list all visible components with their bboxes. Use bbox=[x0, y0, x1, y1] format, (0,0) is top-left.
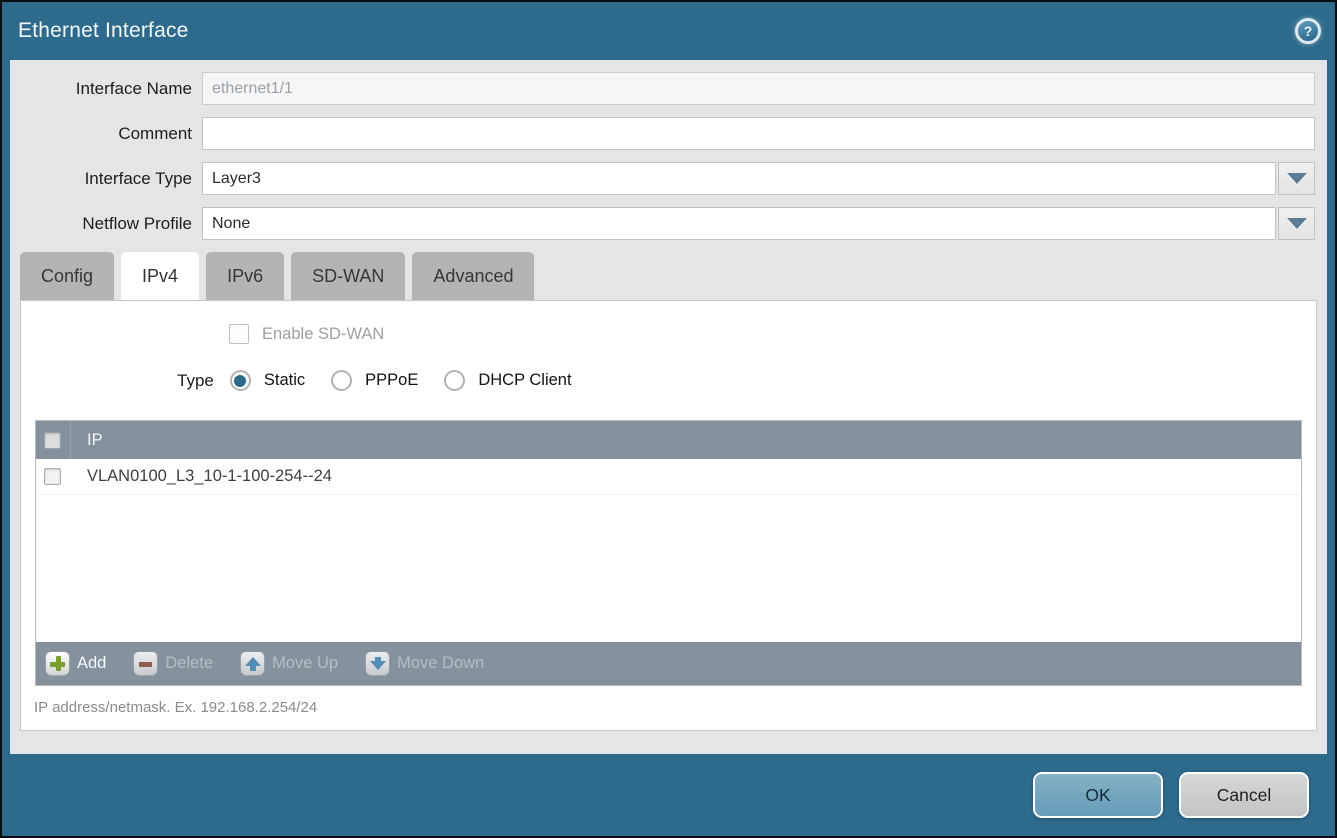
dialog-body: Interface Name Comment Interface Type bbox=[10, 60, 1327, 754]
type-label: Type bbox=[177, 371, 214, 391]
tab-ipv4[interactable]: IPv4 bbox=[121, 252, 199, 300]
row-checkbox[interactable] bbox=[44, 468, 61, 485]
form-row-interface-name: Interface Name bbox=[10, 72, 1327, 105]
delete-button-label: Delete bbox=[165, 654, 213, 673]
radio-static[interactable] bbox=[230, 370, 251, 391]
delete-button: Delete bbox=[133, 651, 213, 676]
netflow-profile-field[interactable] bbox=[202, 207, 1276, 240]
move-up-button: Move Up bbox=[240, 651, 338, 676]
arrow-up-icon bbox=[240, 651, 265, 676]
plus-icon bbox=[45, 651, 70, 676]
interface-name-field bbox=[202, 72, 1315, 105]
tab-config[interactable]: Config bbox=[20, 252, 114, 300]
tab-advanced[interactable]: Advanced bbox=[412, 252, 534, 300]
move-down-button: Move Down bbox=[365, 651, 484, 676]
tab-strip: Config IPv4 IPv6 SD-WAN Advanced bbox=[10, 252, 1327, 300]
interface-type-dropdown-button[interactable] bbox=[1278, 162, 1315, 195]
cancel-button[interactable]: Cancel bbox=[1179, 772, 1309, 818]
enable-sdwan-row: Enable SD-WAN bbox=[229, 301, 1316, 344]
interface-type-label: Interface Type bbox=[10, 169, 202, 189]
ethernet-interface-dialog: Ethernet Interface ? Interface Name Comm… bbox=[0, 0, 1337, 838]
tab-sdwan[interactable]: SD-WAN bbox=[291, 252, 405, 300]
move-down-button-label: Move Down bbox=[397, 654, 484, 673]
tab-ipv6[interactable]: IPv6 bbox=[206, 252, 284, 300]
type-radio-group: Type Static PPPoE DHCP Client bbox=[21, 370, 1316, 391]
ipv4-tab-panel: Enable SD-WAN Type Static PPPoE DHCP Cli… bbox=[20, 300, 1317, 731]
radio-selected-dot bbox=[234, 375, 246, 387]
dialog-title: Ethernet Interface bbox=[18, 19, 189, 43]
comment-field[interactable] bbox=[202, 117, 1315, 150]
netflow-profile-label: Netflow Profile bbox=[10, 214, 202, 234]
column-divider bbox=[70, 421, 71, 459]
dialog-footer: OK Cancel bbox=[2, 754, 1335, 836]
radio-dhcp-client[interactable] bbox=[444, 370, 465, 391]
dialog-titlebar: Ethernet Interface ? bbox=[2, 2, 1335, 60]
enable-sdwan-checkbox bbox=[229, 324, 249, 344]
form-row-interface-type: Interface Type bbox=[10, 162, 1327, 195]
interface-name-label: Interface Name bbox=[10, 79, 202, 99]
table-row[interactable]: VLAN0100_L3_10-1-100-254--24 bbox=[36, 459, 1301, 495]
ip-format-hint: IP address/netmask. Ex. 192.168.2.254/24 bbox=[34, 699, 1316, 716]
help-icon[interactable]: ? bbox=[1295, 18, 1321, 44]
ip-cell: VLAN0100_L3_10-1-100-254--24 bbox=[87, 467, 332, 486]
ip-table-header: IP bbox=[36, 421, 1301, 459]
ok-button[interactable]: OK bbox=[1033, 772, 1163, 818]
minus-icon bbox=[133, 651, 158, 676]
select-all-checkbox[interactable] bbox=[44, 432, 61, 449]
radio-pppoe[interactable] bbox=[331, 370, 352, 391]
chevron-down-icon bbox=[1287, 218, 1307, 229]
radio-dhcp-client-label[interactable]: DHCP Client bbox=[478, 371, 571, 390]
form-row-comment: Comment bbox=[10, 117, 1327, 150]
form-row-netflow-profile: Netflow Profile bbox=[10, 207, 1327, 240]
ip-address-table: IP VLAN0100_L3_10-1-100-254--24 Add bbox=[35, 420, 1302, 686]
add-button[interactable]: Add bbox=[45, 651, 106, 676]
arrow-down-icon bbox=[365, 651, 390, 676]
radio-static-label[interactable]: Static bbox=[264, 371, 305, 390]
move-up-button-label: Move Up bbox=[272, 654, 338, 673]
radio-pppoe-label[interactable]: PPPoE bbox=[365, 371, 418, 390]
enable-sdwan-label: Enable SD-WAN bbox=[262, 325, 384, 344]
add-button-label: Add bbox=[77, 654, 106, 673]
ip-column-header: IP bbox=[87, 431, 103, 450]
ip-table-toolbar: Add Delete Move Up Move Down bbox=[36, 642, 1301, 685]
chevron-down-icon bbox=[1287, 173, 1307, 184]
comment-label: Comment bbox=[10, 124, 202, 144]
ip-table-body: VLAN0100_L3_10-1-100-254--24 bbox=[36, 459, 1301, 642]
interface-form: Interface Name Comment Interface Type bbox=[10, 60, 1327, 240]
interface-type-field[interactable] bbox=[202, 162, 1276, 195]
netflow-profile-dropdown-button[interactable] bbox=[1278, 207, 1315, 240]
